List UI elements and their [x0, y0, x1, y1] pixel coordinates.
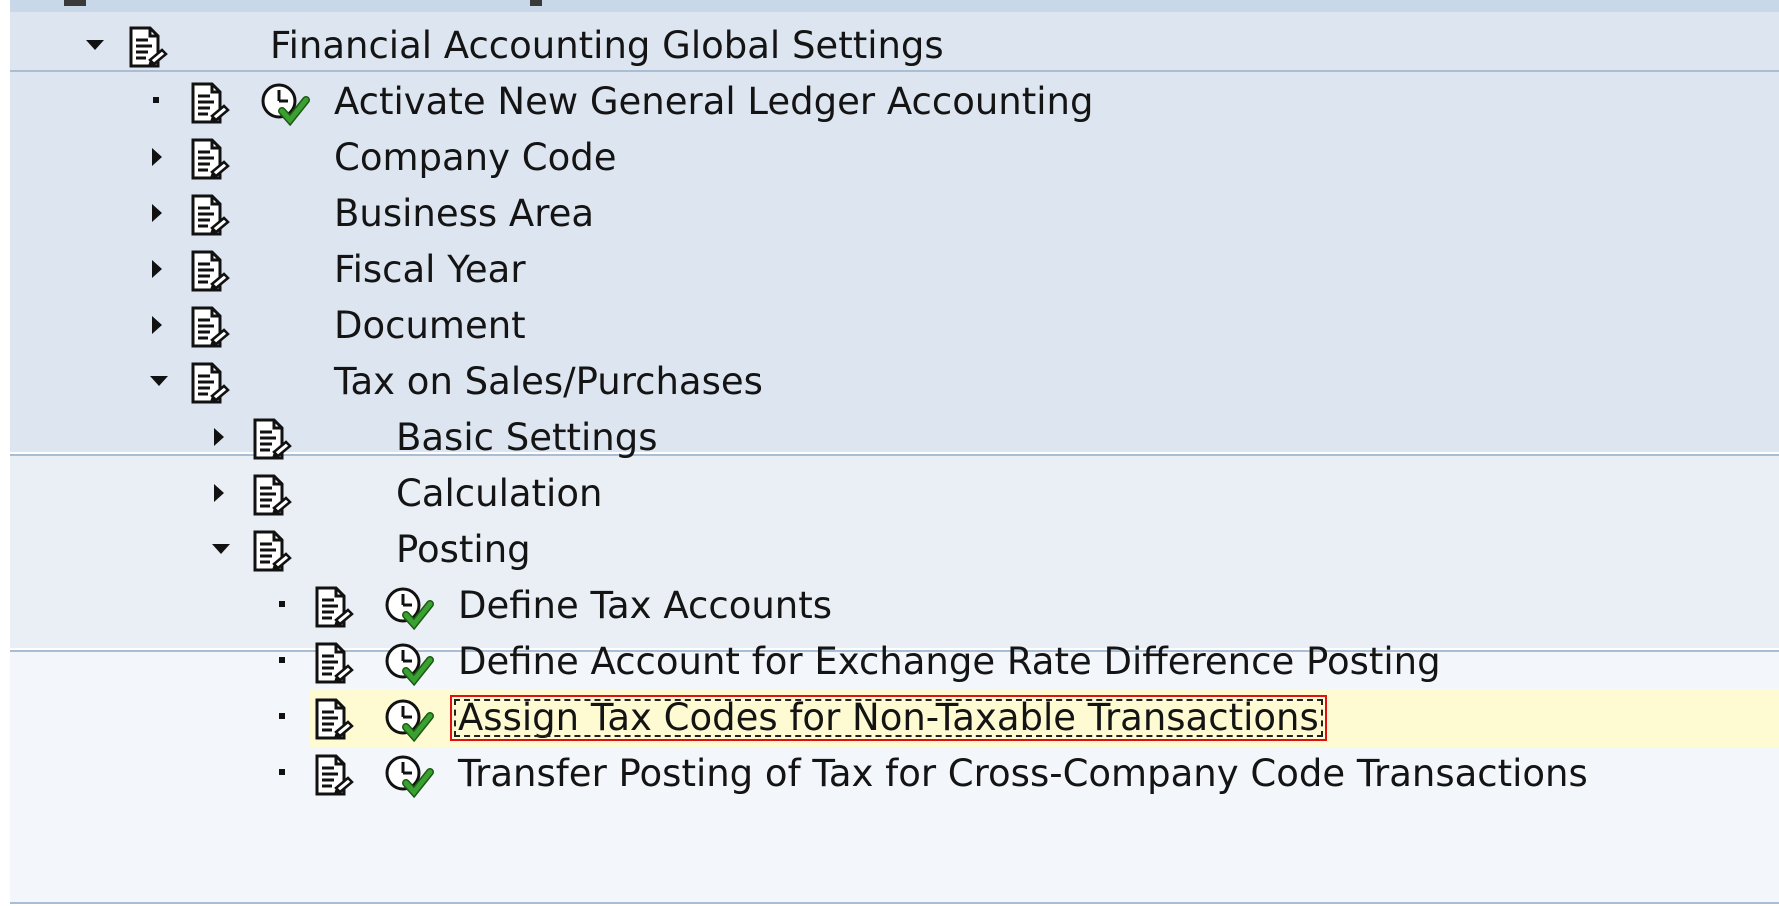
bullet-icon	[276, 596, 290, 614]
clock-check-icon[interactable]	[384, 586, 434, 634]
bullet-icon	[150, 92, 164, 110]
tree-row-activity[interactable]: Assign Tax Codes for Non-Taxable Transac…	[0, 686, 1779, 750]
document-icon[interactable]	[128, 26, 168, 74]
tree-label[interactable]: Basic Settings	[396, 417, 657, 459]
clock-check-icon[interactable]	[384, 642, 434, 690]
tree-row[interactable]: Fiscal Year	[0, 238, 1779, 302]
tree-label[interactable]: Company Code	[334, 137, 617, 179]
tree-label[interactable]: Document	[334, 305, 526, 347]
document-icon[interactable]	[190, 194, 230, 242]
tree-label[interactable]: Financial Accounting Global Settings	[270, 25, 944, 67]
tree-top-edge	[10, 0, 1779, 12]
tree-row-activity[interactable]: Define Tax Accounts	[0, 574, 1779, 638]
tree-label[interactable]: Fiscal Year	[334, 249, 526, 291]
tree-row[interactable]: Basic Settings	[0, 406, 1779, 470]
tree-label[interactable]: Calculation	[396, 473, 602, 515]
tree-row-root[interactable]: Financial Accounting Global Settings	[0, 14, 1779, 78]
clock-check-icon[interactable]	[384, 754, 434, 802]
document-icon[interactable]	[252, 418, 292, 466]
bullet-icon	[276, 708, 290, 726]
document-icon[interactable]	[314, 586, 354, 634]
tree-label[interactable]: Transfer Posting of Tax for Cross-Compan…	[458, 753, 1588, 795]
tree-row[interactable]: Tax on Sales/Purchases	[0, 350, 1779, 414]
document-icon[interactable]	[252, 474, 292, 522]
bullet-icon	[276, 764, 290, 782]
document-icon[interactable]	[314, 642, 354, 690]
expand-arrow-icon[interactable]	[212, 484, 226, 502]
img-tree: Financial Accounting Global Settings Acti…	[0, 0, 1779, 906]
tree-label[interactable]: Activate New General Ledger Accounting	[334, 81, 1093, 123]
separator	[10, 902, 1779, 904]
tree-row[interactable]: Activate New General Ledger Accounting	[0, 70, 1779, 134]
document-icon[interactable]	[190, 82, 230, 130]
tree-label[interactable]: Posting	[396, 529, 531, 571]
document-icon[interactable]	[190, 362, 230, 410]
cut-off-row-fragment	[64, 0, 86, 6]
tree-row-activity[interactable]: Define Account for Exchange Rate Differe…	[0, 630, 1779, 694]
document-icon[interactable]	[190, 306, 230, 354]
tree-row[interactable]: Document	[0, 294, 1779, 358]
tree-row[interactable]: Company Code	[0, 126, 1779, 190]
tree-label[interactable]: Define Tax Accounts	[458, 585, 832, 627]
expand-arrow-icon[interactable]	[150, 204, 164, 222]
document-icon[interactable]	[314, 698, 354, 746]
clock-check-icon[interactable]	[384, 698, 434, 746]
selected-tree-label[interactable]: Assign Tax Codes for Non-Taxable Transac…	[450, 695, 1327, 741]
tree-label[interactable]: Business Area	[334, 193, 594, 235]
tree-row-activity[interactable]: Transfer Posting of Tax for Cross-Compan…	[0, 742, 1779, 806]
bullet-icon	[276, 652, 290, 670]
collapse-arrow-icon[interactable]	[212, 540, 232, 558]
expand-arrow-icon[interactable]	[150, 260, 164, 278]
document-icon[interactable]	[252, 530, 292, 578]
clock-check-icon[interactable]	[260, 82, 310, 130]
tree-label[interactable]: Define Account for Exchange Rate Differe…	[458, 641, 1441, 683]
expand-arrow-icon[interactable]	[150, 316, 164, 334]
tree-row[interactable]: Posting	[0, 518, 1779, 582]
expand-arrow-icon[interactable]	[212, 428, 226, 446]
tree-row[interactable]: Business Area	[0, 182, 1779, 246]
collapse-arrow-icon[interactable]	[150, 372, 170, 390]
collapse-arrow-icon[interactable]	[86, 36, 106, 54]
expand-arrow-icon[interactable]	[150, 148, 164, 166]
document-icon[interactable]	[190, 138, 230, 186]
tree-label[interactable]: Tax on Sales/Purchases	[334, 361, 763, 403]
document-icon[interactable]	[190, 250, 230, 298]
cut-off-row-fragment	[530, 0, 542, 6]
tree-row[interactable]: Calculation	[0, 462, 1779, 526]
document-icon[interactable]	[314, 754, 354, 802]
